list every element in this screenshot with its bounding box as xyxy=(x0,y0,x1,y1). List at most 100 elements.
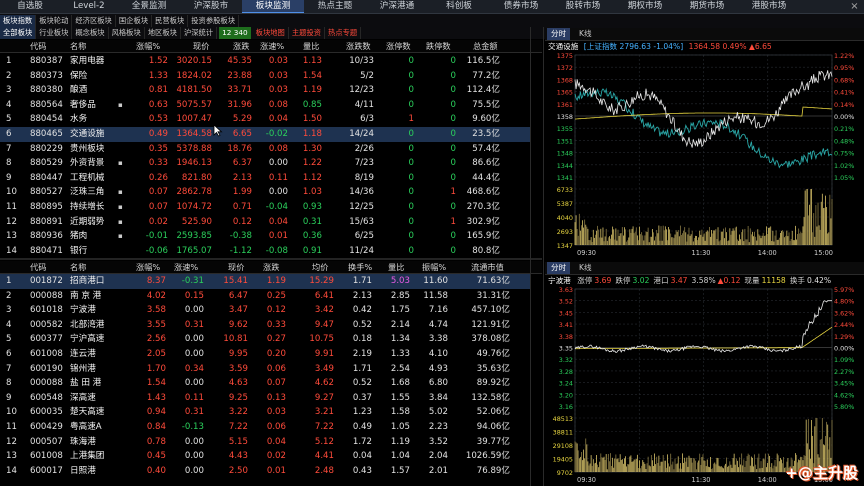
lower-col-header-6[interactable]: 均价 xyxy=(312,261,328,273)
top-tab-12[interactable]: 港股市场 xyxy=(738,0,800,13)
board-type-tab-0[interactable]: 板块指数 xyxy=(0,14,37,27)
lower-intraday-chart[interactable]: 3.63 3.52 3.45 3.41 3.38 3.35 3.32 3.28 3.24 3.20… xyxy=(545,287,864,486)
top-tab-3[interactable]: 沪深股市 xyxy=(180,0,242,13)
upper-col-header-4[interactable]: 涨跌 xyxy=(233,40,249,52)
upper-col-header-8[interactable]: 涨停数 xyxy=(386,40,411,52)
table-row[interactable]: 4 880564 奢侈品 0.63 5075.57 31.96 0.08 0.85 4/11 0 0… xyxy=(0,98,530,113)
cell-mv: 35.63亿 xyxy=(476,363,510,374)
table-row[interactable]: 9 600548 深高速 1.43 0.11 9.25 0.13 9.27 0.37 1.55 3.… xyxy=(0,391,530,406)
lower-col-header-7[interactable]: 换手% xyxy=(348,261,372,273)
table-row[interactable]: 5 600377 宁沪高速 2.56 0.00 10.81 0.27 10.75 0.18 1.3… xyxy=(0,332,530,347)
tab-kline-lower[interactable]: K线 xyxy=(575,262,596,274)
board-filter-tab-2[interactable]: 概念板块 xyxy=(72,27,109,39)
lower-col-header-9[interactable]: 振幅% xyxy=(422,261,446,273)
top-tab-4[interactable]: 板块监测 xyxy=(242,0,304,13)
board-type-tab-2[interactable]: 经济区板块 xyxy=(72,14,116,27)
upper-col-header-0[interactable]: 代码 xyxy=(30,40,46,52)
table-row[interactable]: 13 601008 上港集团 0.45 0.00 4.43 0.02 4.41 0.04 1.04… xyxy=(0,449,530,464)
table-row[interactable]: 1 880387 家用电器 1.52 3020.15 45.35 0.03 1.13 10/33… xyxy=(0,54,530,69)
board-type-tab-4[interactable]: 民营板块 xyxy=(152,14,189,27)
lower-col-header-1[interactable]: 名称 xyxy=(70,261,86,273)
table-row[interactable]: 11 600429 粤高速A 0.84 -0.13 7.22 0.06 7.22 0.49 1.0… xyxy=(0,420,530,435)
board-filter-tab-8[interactable]: 主题投资 xyxy=(289,27,326,39)
board-type-tab-5[interactable]: 投资参股板块 xyxy=(188,14,240,27)
mouse-cursor-icon xyxy=(213,124,223,137)
board-filter-tab-3[interactable]: 风格板块 xyxy=(109,27,145,39)
table-row[interactable]: 14 600017 日照港 0.40 0.00 2.50 0.01 2.48 0.43 1.57 2… xyxy=(0,464,530,479)
cell-name: 日照港 xyxy=(70,465,96,476)
table-row[interactable]: 6 880465 交通设施 0.49 1364.58 6.65 -0.02 1.18 14/24… xyxy=(0,127,530,142)
cell-amt: 80.8亿 xyxy=(472,245,500,256)
table-row[interactable]: 10 880527 泛珠三角 0.07 2862.78 1.99 0.00 1.03 14/36… xyxy=(0,185,530,200)
table-row[interactable]: 1 001872 招商港口 8.37 -0.31 15.41 1.19 15.29 1.71 5.… xyxy=(0,274,530,289)
top-tab-6[interactable]: 沪深港通 xyxy=(366,0,428,13)
upper-col-header-9[interactable]: 跌停数 xyxy=(426,40,451,52)
row-index: 3 xyxy=(6,305,12,316)
top-tab-10[interactable]: 期权市场 xyxy=(614,0,676,13)
table-row[interactable]: 5 880454 水务 0.53 1007.47 5.29 0.04 1.50 6/3 1 0 9.6… xyxy=(0,112,530,127)
scroll-divider[interactable] xyxy=(530,27,531,486)
top-tab-8[interactable]: 债券市场 xyxy=(490,0,552,13)
table-row[interactable]: 9 880447 工程机械 0.26 821.80 2.13 0.11 1.12 8/19 0 0 4… xyxy=(0,171,530,186)
board-filter-tab-0[interactable]: 全部板块 xyxy=(0,27,37,39)
top-tab-0[interactable]: 自选股 xyxy=(0,0,60,13)
upper-intraday-chart[interactable]: 1375 1372 1368 1365 1361 1358 1355 1351 1348 1344… xyxy=(545,53,864,259)
lower-col-header-2[interactable]: 涨幅% xyxy=(136,261,160,273)
cell-pct: 1.70 xyxy=(146,363,166,374)
table-row[interactable]: 6 601008 连云港 2.05 0.00 9.95 0.20 9.91 2.19 1.33 4.… xyxy=(0,347,530,362)
table-row[interactable]: 7 880229 贵州板块 0.35 5378.88 18.76 0.08 1.30 2/26 0… xyxy=(0,142,530,157)
board-filter-tab-9[interactable]: 热点专题 xyxy=(325,27,362,39)
table-row[interactable]: 8 880529 外资背景 0.33 1946.13 6.37 0.00 1.22 7/23 0 0… xyxy=(0,156,530,171)
table-row[interactable]: 2 000088 南 京 港 4.02 0.15 6.47 0.25 6.41 2.13 2.85… xyxy=(0,289,530,304)
board-filter-tab-4[interactable]: 地区板块 xyxy=(145,27,181,39)
table-row[interactable]: 2 880373 保险 1.33 1824.02 23.88 0.03 1.54 5/2 0 0 77… xyxy=(0,69,530,84)
board-filter-tab-1[interactable]: 行业板块 xyxy=(36,27,73,39)
cell-chg: 33.71 xyxy=(227,85,252,96)
lower-col-header-4[interactable]: 现价 xyxy=(228,261,244,273)
table-row[interactable]: 3 601018 宁波港 3.58 0.00 3.47 0.12 3.42 0.42 1.75 7.… xyxy=(0,303,530,318)
lower-col-header-8[interactable]: 量比 xyxy=(388,261,404,273)
upper-col-header-5[interactable]: 涨速% xyxy=(260,40,284,52)
top-tab-1[interactable]: Level-2 xyxy=(60,0,118,13)
board-filter-tab-5[interactable]: 沪深统计 xyxy=(181,27,218,39)
table-row[interactable]: 3 880380 酿酒 0.81 4181.50 33.71 0.03 1.19 12/23 0 0… xyxy=(0,83,530,98)
top-tab-7[interactable]: 科创板 xyxy=(428,0,490,13)
table-row[interactable]: 13 880936 猪肉 -0.01 2593.85 -0.38 0.01 0.36 6/25 0… xyxy=(0,229,530,244)
top-tab-5[interactable]: 热点主题 xyxy=(304,0,366,13)
board-type-tab-1[interactable]: 板块轮动 xyxy=(36,14,73,27)
top-tab-9[interactable]: 股转市场 xyxy=(552,0,614,13)
tab-intraday-upper[interactable]: 分时 xyxy=(547,28,571,40)
lower-col-header-3[interactable]: 涨速% xyxy=(174,261,198,273)
row-index: 7 xyxy=(6,143,12,154)
tab-kline-upper[interactable]: K线 xyxy=(575,28,596,40)
table-row[interactable]: 11 880895 持续增长 0.07 1074.72 0.71 -0.04 0.93 12/2… xyxy=(0,200,530,215)
cell-price: 15.41 xyxy=(223,276,248,286)
upper-col-header-3[interactable]: 现价 xyxy=(193,40,209,52)
right-axis-label: 0.00% xyxy=(834,345,854,353)
row-index: 6 xyxy=(6,129,12,139)
table-row[interactable]: 12 000507 珠海港 0.78 0.00 5.15 0.04 5.12 1.72 1.19 3… xyxy=(0,435,530,450)
table-row[interactable]: 4 000582 北部湾港 3.55 0.31 9.62 0.33 9.47 0.52 2.14 4… xyxy=(0,318,530,333)
lower-col-header-10[interactable]: 流通市值 xyxy=(471,261,504,273)
lower-col-header-5[interactable]: 涨跌 xyxy=(263,261,279,273)
cell-name: 深高速 xyxy=(70,392,96,403)
board-type-tab-3[interactable]: 国企板块 xyxy=(116,14,153,27)
upper-col-header-1[interactable]: 名称 xyxy=(70,40,86,52)
board-filter-tab-7[interactable]: 板块地图 xyxy=(253,27,289,39)
close-icon[interactable]: × xyxy=(849,0,860,13)
table-row[interactable]: 8 000088 盐 田 港 1.54 0.00 4.63 0.07 4.62 0.52 1.68… xyxy=(0,376,530,391)
table-row[interactable]: 10 600035 楚天高速 0.94 0.31 3.22 0.03 3.21 1.23 1.58… xyxy=(0,405,530,420)
lower-col-header-0[interactable]: 代码 xyxy=(30,261,46,273)
upper-col-header-10[interactable]: 总金额 xyxy=(473,40,498,52)
board-filter-tab-6[interactable]: 12 340 xyxy=(219,27,251,39)
table-row[interactable]: 14 880471 银行 -0.06 1765.07 -1.12 -0.08 0.91 11/2… xyxy=(0,244,530,259)
upper-col-header-6[interactable]: 量比 xyxy=(303,40,319,52)
cell-amp: 3.38 xyxy=(428,334,448,345)
upper-col-header-7[interactable]: 涨跌数 xyxy=(346,40,371,52)
top-tab-2[interactable]: 全景监测 xyxy=(118,0,180,13)
table-row[interactable]: 7 600190 锦州港 1.70 0.34 3.59 0.06 3.49 1.71 2.54 4.… xyxy=(0,362,530,377)
top-tab-11[interactable]: 期货市场 xyxy=(676,0,738,13)
tab-intraday-lower[interactable]: 分时 xyxy=(547,262,571,274)
upper-col-header-2[interactable]: 涨幅% xyxy=(136,40,160,52)
table-row[interactable]: 12 880891 近期弱势 0.02 525.90 0.12 0.04 0.31 15/63 0… xyxy=(0,215,530,230)
